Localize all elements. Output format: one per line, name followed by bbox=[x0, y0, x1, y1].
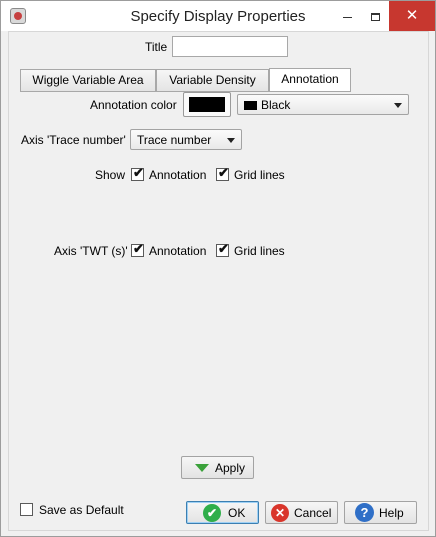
cancel-button[interactable]: ✕ Cancel bbox=[265, 501, 338, 524]
twt-annotation-label: Annotation bbox=[149, 244, 207, 258]
save-as-default-checkbox[interactable] bbox=[20, 503, 33, 516]
title-bar[interactable]: Specify Display Properties ✕ bbox=[1, 1, 435, 31]
annotation-color-select[interactable]: Black bbox=[237, 94, 409, 115]
ok-button[interactable]: ✔ OK bbox=[186, 501, 259, 524]
save-as-default-label: Save as Default bbox=[39, 503, 124, 517]
close-icon: ✕ bbox=[405, 7, 419, 24]
title-label: Title bbox=[145, 40, 168, 54]
twt-grid-lines-checkbox[interactable]: ✔ bbox=[216, 241, 229, 257]
check-icon: ✔ bbox=[218, 165, 229, 180]
show-label: Show bbox=[95, 168, 126, 182]
help-icon: ? bbox=[355, 503, 374, 522]
annotation-color-select-value: Black bbox=[261, 98, 291, 112]
twt-annotation-checkbox[interactable]: ✔ bbox=[131, 241, 144, 257]
tab-variable-density[interactable]: Variable Density bbox=[156, 69, 269, 91]
dialog-window: Specify Display Properties ✕ Title Wiggl… bbox=[0, 0, 436, 537]
color-square-icon bbox=[244, 101, 257, 110]
apply-button-label: Apply bbox=[215, 461, 246, 475]
cancel-x-icon: ✕ bbox=[271, 504, 289, 522]
check-icon: ✔ bbox=[133, 241, 144, 256]
show-annotation-checkbox[interactable]: ✔ bbox=[131, 165, 144, 181]
maximize-button[interactable] bbox=[361, 1, 389, 31]
help-button-label: Help bbox=[379, 506, 404, 520]
check-icon: ✔ bbox=[218, 241, 229, 256]
close-button[interactable]: ✕ bbox=[389, 1, 435, 31]
show-annotation-label: Annotation bbox=[149, 168, 207, 182]
apply-arrow-icon bbox=[195, 464, 209, 472]
tab-label: Variable Density bbox=[169, 73, 256, 87]
show-grid-lines-checkbox[interactable]: ✔ bbox=[216, 165, 229, 181]
tab-label: Annotation bbox=[281, 72, 339, 86]
tab-label: Wiggle Variable Area bbox=[32, 73, 144, 87]
title-input[interactable] bbox=[172, 36, 288, 57]
help-button[interactable]: ? Help bbox=[344, 501, 417, 524]
maximize-icon bbox=[370, 13, 380, 22]
ok-button-label: OK bbox=[228, 506, 246, 520]
tab-wiggle-variable-area[interactable]: Wiggle Variable Area bbox=[20, 69, 156, 91]
annotation-color-label: Annotation color bbox=[90, 98, 177, 112]
trace-axis-select-value: Trace number bbox=[137, 133, 212, 147]
show-grid-lines-label: Grid lines bbox=[234, 168, 285, 182]
trace-axis-select[interactable]: Trace number bbox=[130, 129, 242, 150]
tab-annotation[interactable]: Annotation bbox=[269, 68, 351, 91]
annotation-color-swatch-button[interactable] bbox=[183, 92, 231, 117]
apply-button[interactable]: Apply bbox=[181, 456, 254, 479]
chevron-down-icon bbox=[227, 138, 235, 143]
trace-axis-label: Axis 'Trace number' bbox=[21, 133, 126, 147]
minimize-icon bbox=[342, 16, 352, 18]
twt-grid-lines-label: Grid lines bbox=[234, 244, 285, 258]
minimize-button[interactable] bbox=[333, 1, 361, 31]
twt-axis-label: Axis 'TWT (s)' bbox=[54, 244, 128, 258]
chevron-down-icon bbox=[394, 103, 402, 108]
ok-check-icon: ✔ bbox=[203, 504, 221, 522]
check-icon: ✔ bbox=[133, 165, 144, 180]
color-swatch-fill bbox=[189, 97, 225, 112]
cancel-button-label: Cancel bbox=[294, 506, 332, 520]
